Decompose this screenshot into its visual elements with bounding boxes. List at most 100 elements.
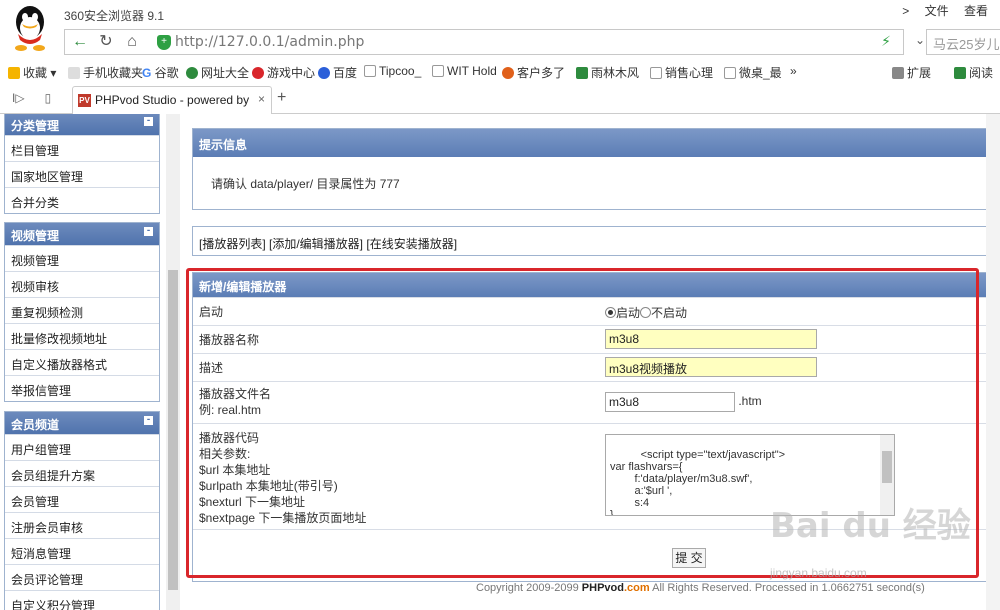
- back-arrow-icon[interactable]: ←: [69, 32, 91, 52]
- sidebar-item[interactable]: 栏目管理: [5, 135, 159, 161]
- sidebar-item[interactable]: 会员管理: [5, 486, 159, 512]
- site-icon: [576, 67, 588, 79]
- sidebar-item[interactable]: 会员组提升方案: [5, 460, 159, 486]
- bookmark-games[interactable]: 游戏中心: [252, 64, 315, 81]
- sidebar-item[interactable]: 注册会员审核: [5, 512, 159, 538]
- chevron-right-icon[interactable]: >: [902, 4, 909, 18]
- security-shield-icon: +: [157, 35, 171, 50]
- page-icon: [650, 67, 662, 79]
- search-input[interactable]: 马云25岁儿: [926, 29, 1000, 55]
- google-icon: G: [142, 66, 155, 80]
- menu-view[interactable]: 查看: [964, 4, 988, 18]
- bookmark-favorites[interactable]: 收藏 ▾: [8, 64, 56, 81]
- sidebar-group-video: 视频管理 - 视频管理 视频审核 重复视频检测 批量修改视频地址 自定义播放器格式…: [4, 222, 160, 402]
- address-bar[interactable]: ← ↻ ⌂ + http://127.0.0.1/admin.php ⚡ ⌄: [64, 29, 925, 55]
- collapse-icon[interactable]: -: [144, 415, 153, 425]
- scrollbar-thumb[interactable]: [168, 270, 178, 590]
- sidebar-group-category: 分类管理 - 栏目管理 国家地区管理 合并分类: [4, 114, 160, 214]
- sidebar-item[interactable]: 自定义积分管理: [5, 590, 159, 610]
- globe-icon: [186, 67, 198, 79]
- notice-title: 提示信息: [193, 129, 1000, 157]
- row-file: 播放器文件名 例: real.htm m3u8 .htm: [193, 381, 1000, 423]
- reading-button[interactable]: 阅读: [954, 64, 993, 81]
- player-links: [播放器列表] [添加/编辑播放器] [在线安装播放器]: [192, 226, 1000, 256]
- chevron-down-icon[interactable]: ⌄: [915, 33, 925, 47]
- sidebar-group-title[interactable]: 分类管理 -: [5, 114, 159, 135]
- sidebar-item[interactable]: 重复视频检测: [5, 297, 159, 323]
- param-urlpath: $urlpath 本集地址(带引号): [199, 479, 338, 493]
- sidebar-item[interactable]: 自定义播放器格式: [5, 349, 159, 375]
- player-desc-input[interactable]: m3u8视频播放: [605, 357, 817, 377]
- bookmark-weizhuo[interactable]: 微桌_最: [724, 64, 782, 81]
- star-icon: [8, 67, 20, 79]
- refresh-icon[interactable]: ↻: [95, 32, 117, 52]
- bookmark-ylmf[interactable]: 雨林木风: [576, 64, 639, 81]
- params-label: 相关参数:: [199, 447, 251, 461]
- link-add-edit-player[interactable]: [添加/编辑播放器]: [269, 237, 363, 251]
- sidebar-item[interactable]: 举报信管理: [5, 375, 159, 401]
- tab-phpvod[interactable]: PV PHPvod Studio - powered by ×: [72, 86, 272, 114]
- file-label: 播放器文件名: [199, 387, 272, 401]
- menu-file[interactable]: 文件: [925, 4, 949, 18]
- sidebar-item[interactable]: 会员评论管理: [5, 564, 159, 590]
- speed-bolt-icon[interactable]: ⚡: [881, 33, 891, 50]
- sidebar-item[interactable]: 合并分类: [5, 187, 159, 213]
- sidebar-item[interactable]: 短消息管理: [5, 538, 159, 564]
- bookmarks-bar: 收藏 ▾ 手机收藏夹 G 谷歌 网址大全 游戏中心 百度 Tipcoo_ WIT…: [0, 58, 1000, 84]
- collapse-icon[interactable]: -: [144, 116, 153, 126]
- footer-processed: All Rights Reserved. Processed in 1.0662…: [649, 582, 925, 594]
- watermark-url: jingyan.baidu.com: [770, 566, 867, 580]
- page-icon: [432, 65, 444, 77]
- footer-copyright: Copyright 2009-2099: [476, 582, 582, 594]
- param-url: $url 本集地址: [199, 463, 271, 477]
- link-player-list[interactable]: [播放器列表]: [199, 237, 266, 251]
- bookmark-wit[interactable]: WIT Hold: [432, 64, 497, 78]
- collapse-icon[interactable]: -: [144, 226, 153, 236]
- home-icon[interactable]: ⌂: [121, 32, 143, 52]
- game-icon: [252, 67, 264, 79]
- title-bar: 360安全浏览器 9.1 > 文件 查看: [0, 0, 1000, 51]
- admin-sidebar: 分类管理 - 栏目管理 国家地区管理 合并分类 视频管理 - 视频管理 视频审核 重…: [0, 114, 180, 610]
- address-row: ← ↻ ⌂ + http://127.0.0.1/admin.php ⚡ ⌄ 马…: [0, 28, 1000, 58]
- extensions-button[interactable]: 扩展: [892, 64, 931, 81]
- bookmark-mobile[interactable]: 手机收藏夹: [68, 64, 143, 81]
- link-online-install[interactable]: [在线安装播放器]: [366, 237, 457, 251]
- site-icon: [502, 67, 514, 79]
- footer-brand-domain: .com: [623, 582, 650, 594]
- bookmark-portal[interactable]: 网址大全: [186, 64, 249, 81]
- bookmark-customers[interactable]: 客户多了: [502, 64, 565, 81]
- sidebar-toggle-icon[interactable]: I▷ ▯: [12, 91, 51, 105]
- form-title: 新增/编辑播放器: [193, 273, 1000, 297]
- bookmark-sales[interactable]: 销售心理: [650, 64, 713, 81]
- bookmark-tipcoo[interactable]: Tipcoo_: [364, 64, 421, 78]
- sidebar-scrollbar[interactable]: [166, 114, 180, 610]
- page-scrollbar[interactable]: [986, 114, 1000, 610]
- notice-message: 请确认 data/player/ 目录属性为 777: [211, 177, 400, 191]
- player-name-input[interactable]: m3u8: [605, 329, 817, 349]
- sidebar-item[interactable]: 批量修改视频地址: [5, 323, 159, 349]
- sidebar-group-title[interactable]: 视频管理 -: [5, 223, 159, 245]
- book-icon: [954, 67, 966, 79]
- sidebar-item[interactable]: 用户组管理: [5, 434, 159, 460]
- param-nexturl: $nexturl 下一集地址: [199, 495, 306, 509]
- radio-disable-label: 不启动: [651, 306, 688, 320]
- sidebar-item[interactable]: 国家地区管理: [5, 161, 159, 187]
- bookmark-google[interactable]: G 谷歌: [142, 64, 179, 81]
- sidebar-group-member: 会员频道 - 用户组管理 会员组提升方案 会员管理 注册会员审核 短消息管理 会员…: [4, 411, 160, 610]
- more-bookmarks-icon[interactable]: »: [790, 64, 797, 78]
- new-tab-button[interactable]: +: [277, 89, 286, 107]
- submit-button[interactable]: 提 交: [672, 548, 706, 568]
- scrollbar-thumb[interactable]: [882, 451, 892, 483]
- radio-disable[interactable]: [640, 307, 652, 318]
- sidebar-group-title[interactable]: 会员频道 -: [5, 412, 159, 434]
- radio-enable[interactable]: [605, 307, 616, 318]
- code-text: <script type="text/javascript"> var flas…: [610, 449, 786, 516]
- sidebar-item[interactable]: 视频审核: [5, 271, 159, 297]
- file-label-block: 播放器文件名 例: real.htm: [199, 386, 271, 418]
- bookmark-baidu[interactable]: 百度: [318, 64, 357, 81]
- window-title: 360安全浏览器 9.1: [64, 9, 165, 23]
- sidebar-item[interactable]: 视频管理: [5, 245, 159, 271]
- url-text[interactable]: http://127.0.0.1/admin.php: [175, 34, 364, 50]
- player-file-input[interactable]: m3u8: [605, 392, 735, 412]
- close-icon[interactable]: ×: [258, 92, 265, 106]
